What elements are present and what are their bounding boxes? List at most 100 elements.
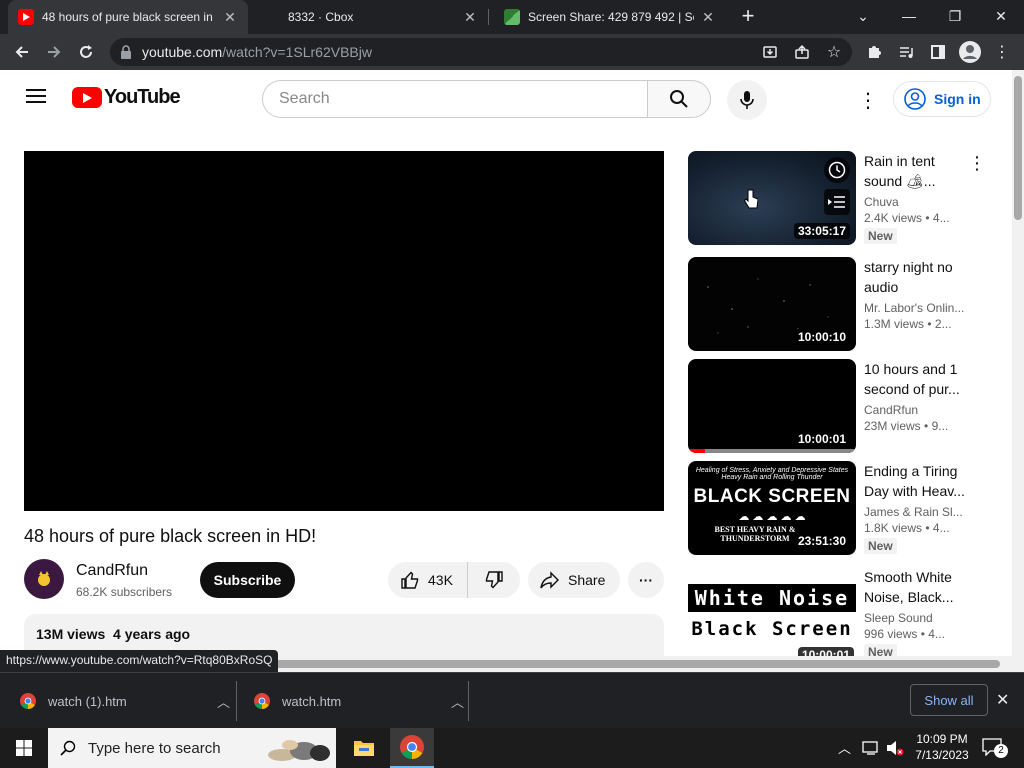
minimize-icon[interactable]: — (886, 0, 932, 32)
video-thumbnail[interactable]: 33:05:17 (688, 151, 856, 245)
show-hidden-icons-chevron[interactable]: ︿ (838, 738, 851, 757)
channel-name[interactable]: CandRfun (864, 403, 968, 417)
channel-avatar[interactable] (24, 559, 64, 599)
sign-in-button[interactable]: Sign in (893, 81, 991, 117)
upload-age: 4 years ago (113, 626, 191, 642)
video-title[interactable]: Ending a Tiring Day with Heav... (864, 461, 968, 501)
more-horizontal-icon: ··· (639, 572, 653, 588)
chevron-up-icon[interactable]: ︿ (217, 692, 230, 711)
screenshare-icon (504, 9, 520, 25)
video-thumbnail[interactable]: 10:00:01 (688, 359, 856, 453)
close-tab-icon[interactable]: ✕ (222, 9, 238, 26)
media-control-icon[interactable] (892, 38, 920, 66)
thumbnail-heading: BLACK SCREEN (693, 486, 851, 507)
system-clock[interactable]: 10:09 PM 7/13/2023 (912, 731, 972, 763)
video-title[interactable]: Rain in tent sound 🏕... (864, 151, 968, 191)
windows-start-button[interactable] (0, 728, 48, 768)
download-item[interactable]: watch (1).htm ︿ (20, 673, 230, 729)
view-stats: 23M views • 9... (864, 419, 949, 433)
forward-button[interactable] (40, 38, 68, 66)
channel-name[interactable]: CandRfun (76, 562, 148, 580)
subscriber-count: 68.2K subscribers (76, 585, 173, 599)
subscribe-button[interactable]: Subscribe (200, 562, 295, 598)
recommendation-item[interactable]: Healing of Stress, Anxiety and Depressiv… (688, 461, 998, 555)
file-explorer-taskbar-icon[interactable] (344, 728, 384, 768)
volume-muted-icon[interactable] (886, 740, 904, 761)
views: 1.8K views (864, 521, 923, 535)
video-title[interactable]: 10 hours and 1 second of pur... (864, 359, 968, 399)
show-all-downloads-button[interactable]: Show all (910, 684, 988, 716)
channel-name[interactable]: Mr. Labor's Onlin... (864, 301, 968, 315)
side-panel-icon[interactable] (924, 38, 952, 66)
tab-search-chevron-icon[interactable]: ⌄ (840, 0, 886, 32)
tab-cbox[interactable]: 8332 · Cbox ✕ (254, 0, 488, 34)
hamburger-menu-icon[interactable] (26, 88, 46, 104)
network-icon[interactable] (862, 740, 880, 761)
channel-name[interactable]: James & Rain Sl... (864, 505, 968, 519)
recommendation-item[interactable]: 33:05:17 Rain in tent sound 🏕... Chuva 2… (688, 151, 998, 245)
bookmark-star-icon[interactable]: ☆ (820, 38, 848, 66)
video-title[interactable]: Smooth White Noise, Black... (864, 567, 968, 607)
chevron-up-icon[interactable]: ︿ (451, 692, 464, 711)
like-button[interactable]: 43K (388, 562, 468, 598)
voice-search-button[interactable] (727, 80, 767, 120)
add-to-queue-icon[interactable] (824, 189, 850, 215)
download-item[interactable]: watch.htm ︿ (254, 673, 464, 729)
extensions-puzzle-icon[interactable] (860, 38, 888, 66)
back-button[interactable] (8, 38, 36, 66)
tab-youtube[interactable]: 48 hours of pure black screen in HD! ✕ (8, 0, 248, 34)
video-thumbnail[interactable]: Healing of Stress, Anxiety and Depressiv… (688, 461, 856, 555)
clock-time: 10:09 PM (916, 732, 968, 746)
restore-icon[interactable]: ❐ (932, 0, 978, 32)
close-downloads-icon[interactable]: ✕ (996, 690, 1009, 710)
more-actions-button[interactable]: ··· (628, 562, 664, 598)
address-bar[interactable]: youtube.com/watch?v=1SLr62VBBjw (110, 38, 852, 66)
recommendation-item[interactable]: 10:00:10 starry night no audio Mr. Labor… (688, 257, 998, 351)
video-meta: Ending a Tiring Day with Heav... James &… (864, 461, 968, 555)
profile-avatar-icon[interactable] (956, 38, 984, 66)
search-input[interactable]: Search (262, 80, 648, 118)
scrollbar-thumb[interactable] (1014, 76, 1022, 220)
close-window-icon[interactable]: ✕ (978, 0, 1024, 32)
windows-taskbar: Type here to search ︿ 10:09 PM 7/13/2023… (0, 728, 1024, 768)
settings-kebab-icon[interactable]: ⋮ (858, 88, 878, 113)
tab-title: 8332 · Cbox (288, 10, 354, 24)
chrome-menu-icon[interactable]: ⋮ (988, 38, 1016, 66)
item-kebab-icon[interactable]: ⋮ (968, 153, 986, 174)
taskbar-search-box[interactable]: Type here to search (48, 728, 336, 768)
close-tab-icon[interactable]: ✕ (700, 9, 716, 26)
view-count: 13M views (36, 626, 106, 642)
video-meta: 10 hours and 1 second of pur... CandRfun… (864, 359, 968, 433)
video-thumbnail[interactable]: White Noise Black Screen 10:00:01 (688, 567, 856, 661)
watch-progress-fill (688, 449, 705, 453)
recommendation-item[interactable]: 10:00:01 10 hours and 1 second of pur...… (688, 359, 998, 453)
share-page-icon[interactable] (788, 38, 816, 66)
channel-name[interactable]: Chuva (864, 195, 968, 209)
tab-screen-share[interactable]: Screen Share: 429 879 492 | Screen ✕ (494, 0, 726, 34)
youtube-logo[interactable]: YouTube (72, 86, 181, 109)
video-player[interactable] (24, 151, 664, 511)
views: 23M views (864, 419, 921, 433)
browser-toolbar: youtube.com/watch?v=1SLr62VBBjw ☆ ⋮ (0, 34, 1024, 70)
video-title[interactable]: starry night no audio (864, 257, 968, 297)
vertical-scrollbar[interactable] (1012, 70, 1024, 672)
video-duration: 10:00:01 (793, 431, 850, 447)
watch-later-icon[interactable] (824, 157, 850, 183)
share-button[interactable]: Share (528, 562, 620, 598)
video-title: 48 hours of pure black screen in HD! (24, 526, 317, 546)
recommendation-item[interactable]: White Noise Black Screen 10:00:01 Smooth… (688, 567, 998, 661)
video-thumbnail[interactable]: 10:00:10 (688, 257, 856, 351)
video-meta: Smooth White Noise, Black... Sleep Sound… (864, 567, 968, 661)
close-tab-icon[interactable]: ✕ (462, 9, 478, 26)
dislike-button[interactable] (468, 562, 520, 598)
search-button[interactable] (647, 80, 711, 118)
new-tab-button[interactable]: + (734, 2, 762, 30)
channel-name[interactable]: Sleep Sound (864, 611, 968, 625)
youtube-logo-icon (72, 87, 102, 108)
tab-title: 48 hours of pure black screen in HD! (42, 10, 216, 24)
reload-button[interactable] (72, 38, 100, 66)
install-app-icon[interactable] (756, 38, 784, 66)
chrome-taskbar-icon[interactable] (390, 728, 434, 768)
view-stats: 1.8K views • 4... (864, 521, 950, 535)
notification-center-icon[interactable]: 2 (982, 738, 1008, 758)
